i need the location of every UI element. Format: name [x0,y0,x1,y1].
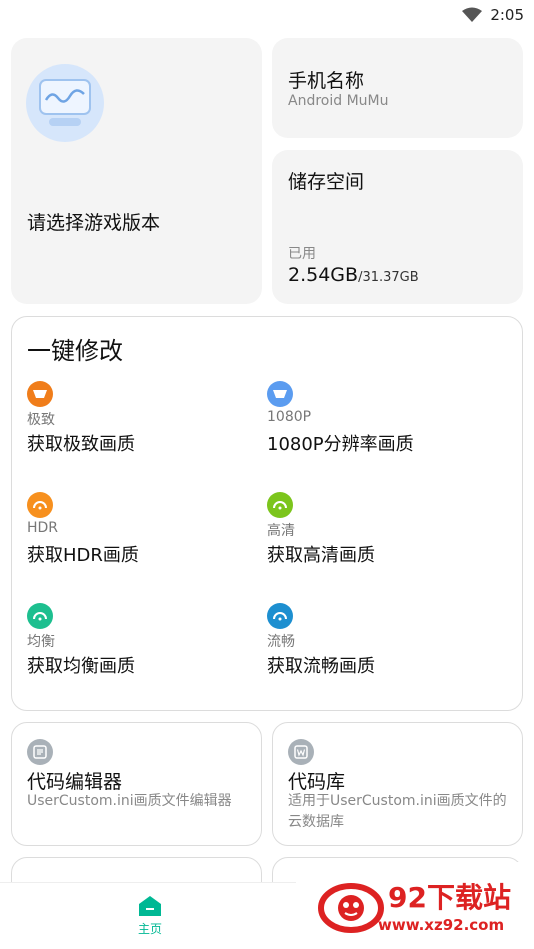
device-name-value: Android MuMu [288,93,389,109]
library-icon [288,739,314,765]
code-library-desc: 适用于UserCustom.ini画质文件的云数据库 [288,793,507,830]
code-library-card[interactable]: 代码库 适用于UserCustom.ini画质文件的云数据库 [272,722,523,846]
device-name-title: 手机名称 [288,70,365,92]
storage-used: 2.54GB [288,264,359,286]
device-name-card: 手机名称 Android MuMu [272,38,523,138]
code-editor-desc: UserCustom.ini画质文件编辑器 [27,793,232,809]
option-tag: 均衡 [27,634,55,650]
option-name: 获取HDR画质 [27,545,139,566]
code-editor-card[interactable]: 代码编辑器 UserCustom.ini画质文件编辑器 [11,722,262,846]
watermark-logo-icon [318,883,384,933]
game-version-label: 请选择游戏版本 [27,212,161,234]
smooth-gauge-icon [267,603,293,629]
option-1080p[interactable]: 1080P 1080P分辨率画质 [267,381,507,471]
storage-title: 储存空间 [288,171,365,193]
watermark: 92下载站 www.xz92.com [296,862,534,949]
storage-used-label: 已用 [288,246,316,262]
option-name: 获取极致画质 [27,434,135,455]
option-hd[interactable]: 高清 获取高清画质 [267,492,507,582]
storage-total: /31.37GB [358,270,419,285]
option-name: 获取均衡画质 [27,656,135,677]
editor-icon [27,739,53,765]
nav-home[interactable]: 主页 [125,895,175,945]
one-key-section: 一键修改 极致 获取极致画质 1080P 1080P分辨率画质 HDR 获取HD… [11,316,523,711]
status-bar: 2:05 [0,0,534,30]
balanced-gauge-icon [27,603,53,629]
option-tag: 流畅 [267,634,295,650]
code-editor-title: 代码编辑器 [27,771,123,793]
option-name: 获取高清画质 [267,545,375,566]
storage-card: 储存空间 已用 2.54GB/31.37GB [272,150,523,304]
option-tag: 极致 [27,412,55,428]
option-name: 获取流畅画质 [267,656,375,677]
1080p-quality-icon [267,381,293,407]
game-version-icon [26,64,104,142]
section-title: 一键修改 [27,337,123,365]
wifi-icon [462,7,483,22]
watermark-url: www.xz92.com [378,916,505,934]
option-tag: 1080P [267,409,312,425]
hdr-gauge-icon [27,492,53,518]
storage-value: 2.54GB/31.37GB [288,264,419,286]
option-smooth[interactable]: 流畅 获取流畅画质 [267,603,507,693]
option-hdr[interactable]: HDR 获取HDR画质 [27,492,267,582]
option-extreme[interactable]: 极致 获取极致画质 [27,381,267,471]
watermark-title: 92下载站 [388,881,511,914]
code-library-title: 代码库 [288,771,346,793]
hd-gauge-icon [267,492,293,518]
option-tag: HDR [27,520,59,536]
nav-home-label: 主页 [137,922,162,936]
option-name: 1080P分辨率画质 [267,434,414,455]
extreme-quality-icon [27,381,53,407]
option-balanced[interactable]: 均衡 获取均衡画质 [27,603,267,693]
status-time: 2:05 [490,6,524,24]
option-tag: 高清 [267,523,295,539]
game-version-card[interactable]: 请选择游戏版本 [11,38,262,304]
home-icon [139,896,161,916]
